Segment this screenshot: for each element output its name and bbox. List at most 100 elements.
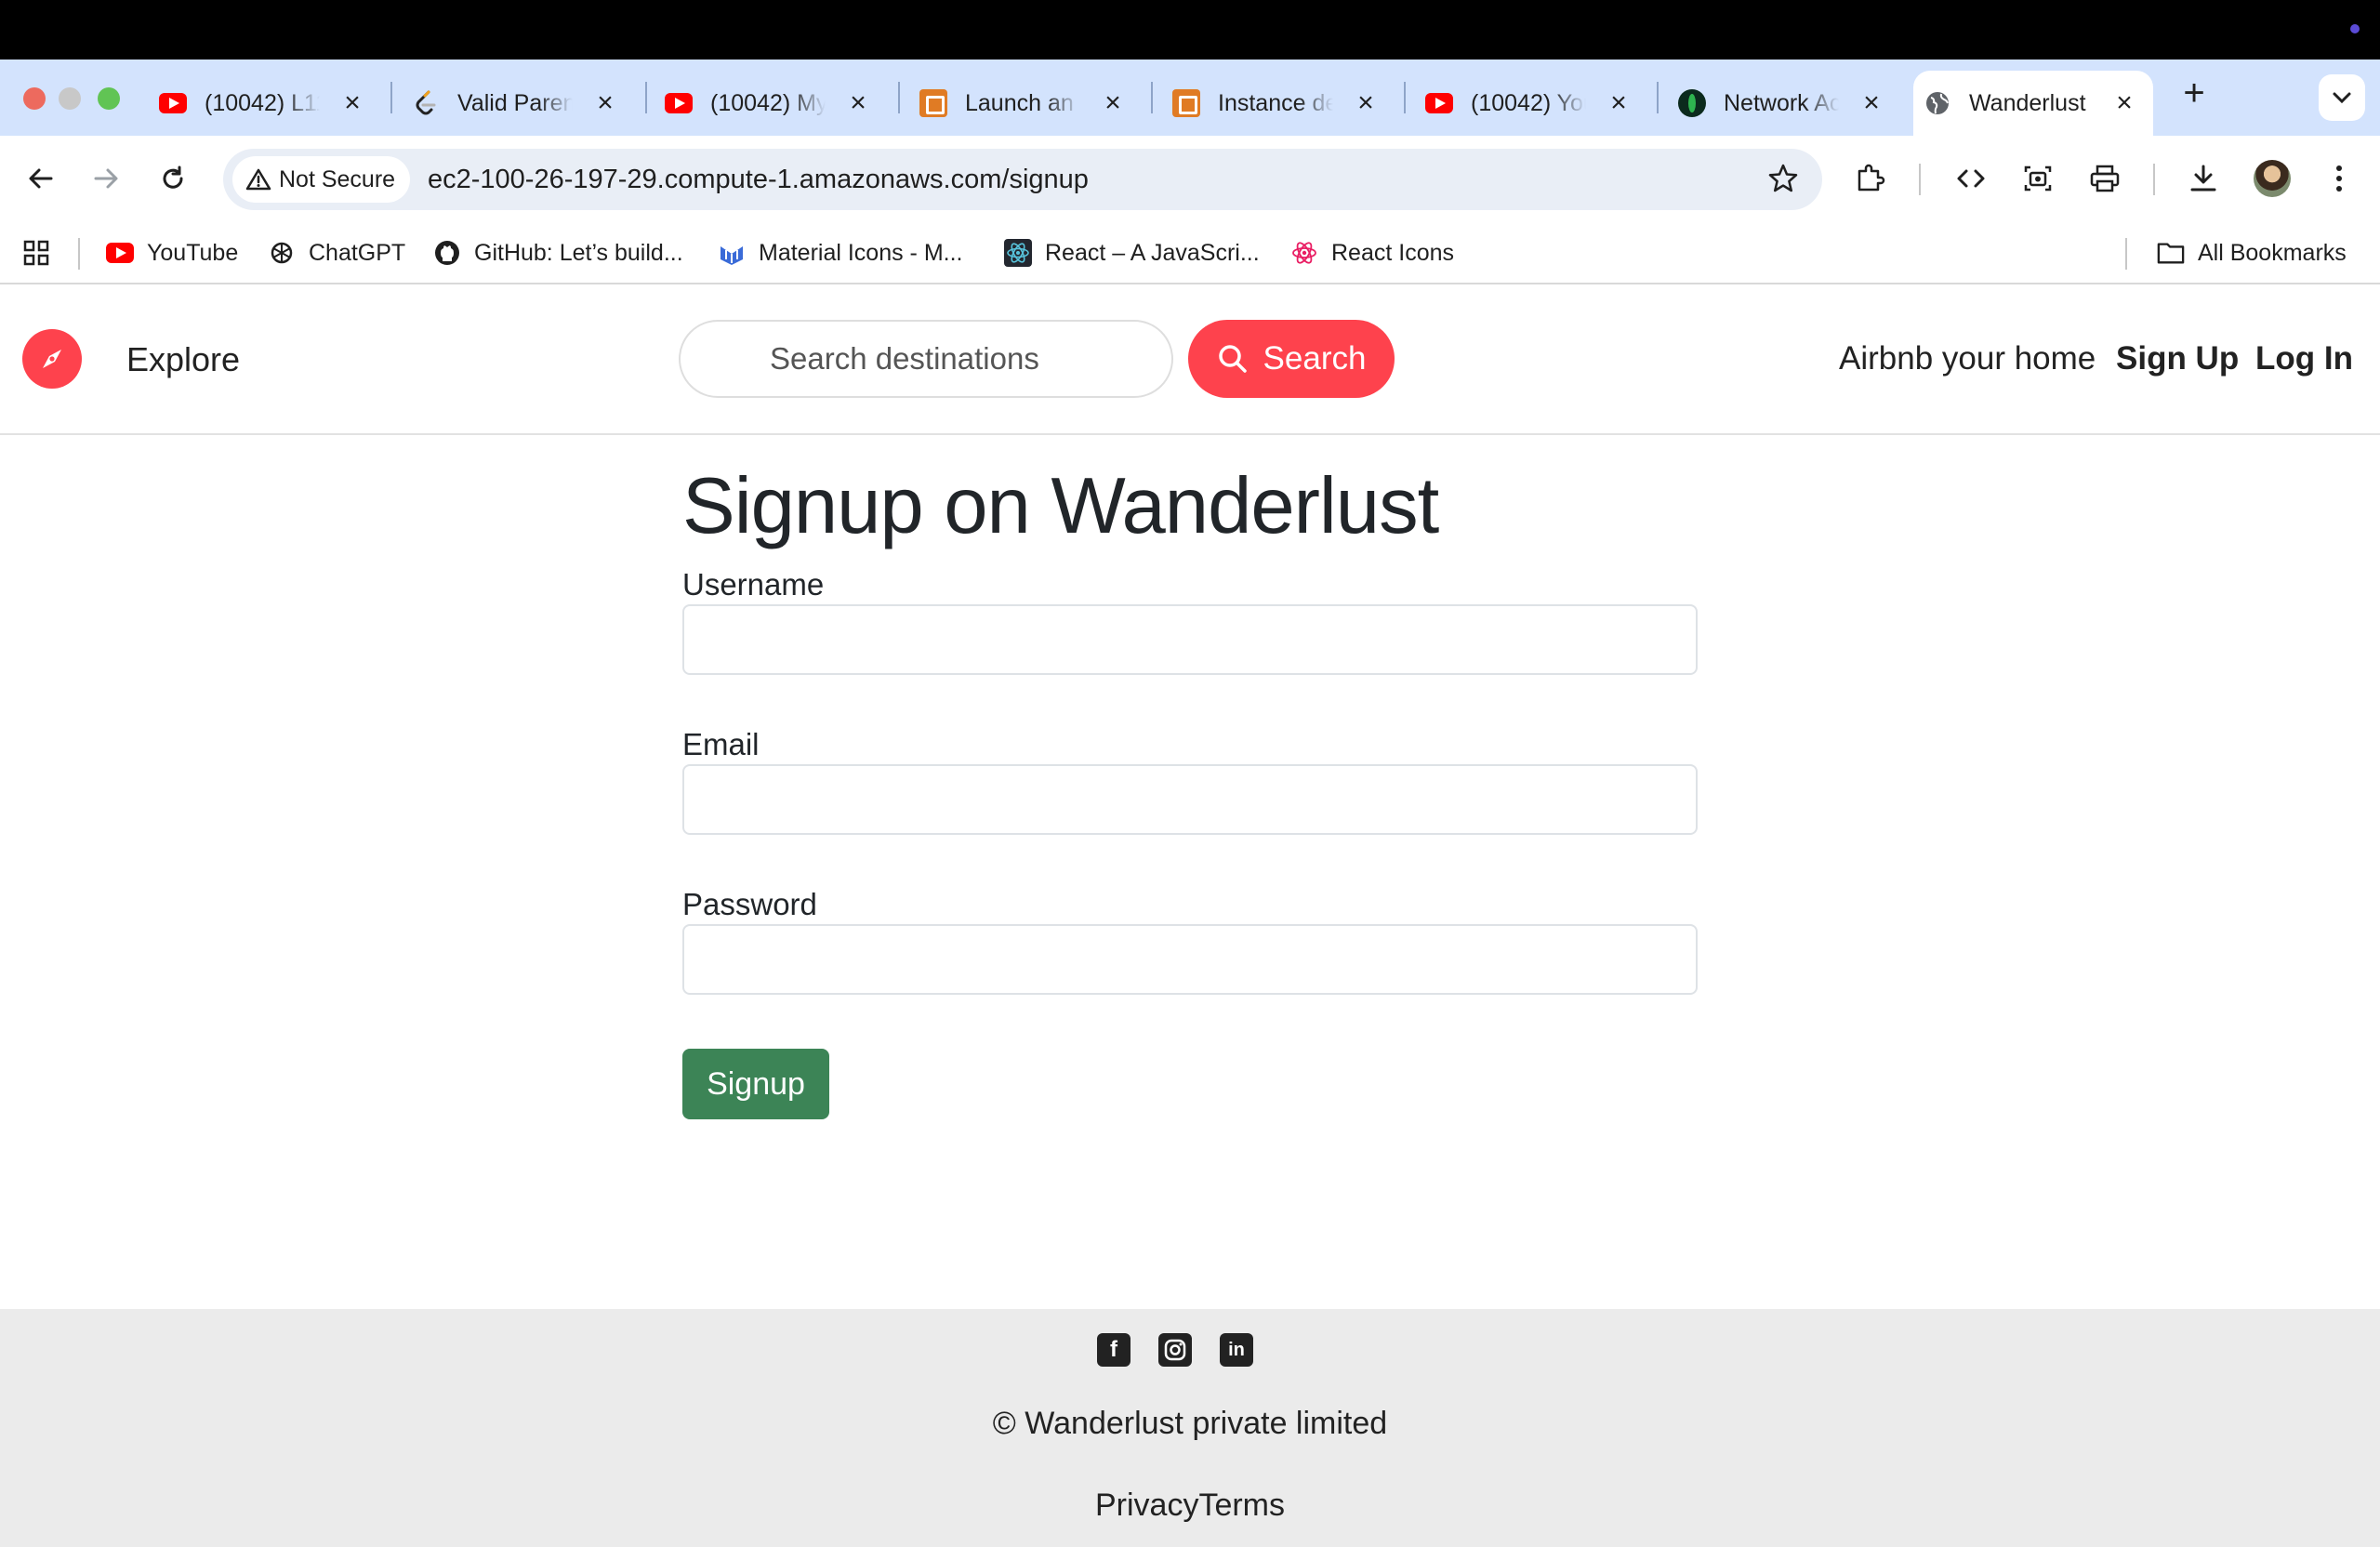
- material-icon: [718, 239, 746, 267]
- search-input[interactable]: [679, 320, 1173, 398]
- tab-leetcode[interactable]: Valid Parentheses ×: [402, 71, 634, 136]
- linkedin-icon[interactable]: in: [1220, 1333, 1253, 1367]
- airbnb-your-home-link[interactable]: Airbnb your home: [1839, 340, 2096, 377]
- bookmarks-bar: YouTube ChatGPT GitHub: Let’s build... M…: [0, 221, 2380, 284]
- folder-icon: [2157, 239, 2185, 267]
- warning-icon: [245, 168, 271, 191]
- tab-mongodb[interactable]: Network Access ×: [1668, 71, 1900, 136]
- youtube-icon: [664, 88, 694, 118]
- page-title: Signup on Wanderlust: [682, 462, 1439, 550]
- password-label: Password: [682, 887, 817, 921]
- back-button[interactable]: [20, 158, 61, 199]
- bookmark-github[interactable]: GitHub: Let’s build...: [433, 234, 683, 271]
- copyright-text: © Wanderlust private limited: [992, 1406, 1388, 1441]
- close-tab-icon[interactable]: ×: [1099, 89, 1127, 117]
- social-links: f in: [1097, 1333, 1253, 1367]
- browser-toolbar: Not Secure ec2-100-26-197-29.compute-1.a…: [0, 136, 2380, 221]
- compass-logo-icon[interactable]: [22, 329, 82, 389]
- password-field[interactable]: [682, 924, 1698, 995]
- print-icon[interactable]: [2084, 158, 2125, 199]
- maximize-window-button[interactable]: [98, 87, 120, 110]
- page-content: Explore Search Airbnb your home Sign Up …: [0, 284, 2380, 1547]
- tab-search-button[interactable]: [2319, 74, 2365, 121]
- screenshot-icon[interactable]: [2017, 158, 2058, 199]
- bookmark-star-icon[interactable]: [1766, 162, 1800, 200]
- status-indicator: [2350, 24, 2360, 33]
- instagram-icon[interactable]: [1158, 1333, 1192, 1367]
- close-window-button[interactable]: [23, 87, 46, 110]
- address-bar[interactable]: Not Secure ec2-100-26-197-29.compute-1.a…: [223, 149, 1822, 210]
- tab-aws-instance[interactable]: Instance details ×: [1162, 71, 1395, 136]
- tab-aws-launch[interactable]: Launch an instance ×: [909, 71, 1142, 136]
- close-tab-icon[interactable]: ×: [1352, 89, 1380, 117]
- tab-separator: [1151, 82, 1153, 113]
- username-label: Username: [682, 567, 825, 602]
- privacy-terms-links[interactable]: PrivacyTerms: [0, 1488, 2380, 1524]
- tab-youtube-3[interactable]: (10042) You ×: [1415, 71, 1647, 136]
- bookmark-chatgpt[interactable]: ChatGPT: [268, 234, 405, 271]
- youtube-icon: [158, 88, 188, 118]
- chatgpt-icon: [268, 239, 296, 267]
- forward-button[interactable]: [86, 158, 126, 199]
- profile-avatar[interactable]: [2254, 160, 2291, 197]
- menu-bar: [0, 0, 2380, 60]
- tab-wanderlust[interactable]: Wanderlust ×: [1913, 71, 2153, 136]
- tab-youtube-1[interactable]: (10042) L11 ×: [149, 71, 381, 136]
- minimize-window-button[interactable]: [59, 87, 81, 110]
- mongodb-icon: [1677, 88, 1707, 118]
- reload-icon: [163, 165, 183, 189]
- search-button[interactable]: Search: [1188, 320, 1395, 398]
- bookmark-material-icons[interactable]: Material Icons - M...: [718, 234, 963, 271]
- bookmark-youtube[interactable]: YouTube: [106, 234, 238, 271]
- signup-form: Signup on Wanderlust Username Email Pass…: [682, 462, 1698, 1119]
- explore-link[interactable]: Explore: [126, 340, 240, 379]
- new-tab-button[interactable]: +: [2175, 74, 2213, 112]
- github-icon: [433, 239, 461, 267]
- tab-separator: [390, 82, 392, 113]
- leetcode-icon: [411, 88, 441, 118]
- login-link[interactable]: Log In: [2255, 340, 2353, 377]
- chevron-down-icon: [2333, 92, 2351, 104]
- bookmarks-separator: [2125, 238, 2127, 270]
- extensions-icon[interactable]: [1850, 158, 1891, 199]
- security-chip[interactable]: Not Secure: [232, 156, 411, 203]
- globe-icon: [1923, 88, 1952, 118]
- site-navbar: Explore Search Airbnb your home Sign Up …: [0, 284, 2380, 435]
- more-menu-icon[interactable]: [2319, 158, 2360, 199]
- signup-submit-button[interactable]: Signup: [682, 1049, 829, 1119]
- toolbar-separator: [1919, 164, 1921, 195]
- all-bookmarks-button[interactable]: All Bookmarks: [2157, 234, 2347, 271]
- youtube-icon: [106, 239, 134, 267]
- apps-grid-icon[interactable]: [22, 234, 50, 271]
- toolbar-separator: [2153, 164, 2155, 195]
- close-tab-icon[interactable]: ×: [338, 89, 366, 117]
- tab-separator: [1404, 82, 1406, 113]
- youtube-icon: [1424, 88, 1454, 118]
- bookmark-react[interactable]: React – A JavaScri...: [1004, 234, 1260, 271]
- reload-button[interactable]: [152, 158, 193, 199]
- email-field[interactable]: [682, 764, 1698, 835]
- close-tab-icon[interactable]: ×: [844, 89, 872, 117]
- back-arrow-icon: [29, 168, 53, 189]
- site-footer: f in © Wanderlust private limited Privac…: [0, 1309, 2380, 1547]
- username-field[interactable]: [682, 604, 1698, 675]
- bookmark-react-icons[interactable]: React Icons: [1290, 234, 1454, 271]
- tab-separator: [1657, 82, 1659, 113]
- close-tab-icon[interactable]: ×: [2110, 89, 2138, 117]
- aws-icon: [1171, 88, 1201, 118]
- bookmarks-separator: [78, 238, 80, 270]
- search-icon: [1218, 345, 1247, 373]
- tab-separator: [645, 82, 647, 113]
- code-icon[interactable]: [1950, 158, 1991, 199]
- aws-icon: [919, 88, 948, 118]
- signup-link[interactable]: Sign Up: [2116, 340, 2239, 377]
- close-tab-icon[interactable]: ×: [1605, 89, 1633, 117]
- url-text[interactable]: ec2-100-26-197-29.compute-1.amazonaws.co…: [428, 165, 1089, 195]
- download-icon[interactable]: [2183, 158, 2224, 199]
- facebook-icon[interactable]: f: [1097, 1333, 1130, 1367]
- tab-youtube-2[interactable]: (10042) My ×: [654, 71, 887, 136]
- close-tab-icon[interactable]: ×: [1858, 89, 1885, 117]
- tab-separator: [898, 82, 900, 113]
- close-tab-icon[interactable]: ×: [591, 89, 619, 117]
- email-label: Email: [682, 727, 760, 761]
